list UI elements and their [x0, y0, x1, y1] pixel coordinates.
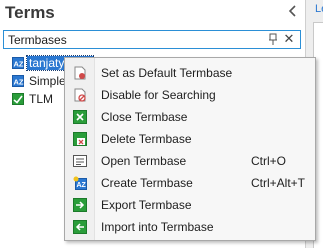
close-icon[interactable]: ✕ [283, 31, 295, 47]
chevron-left-icon[interactable] [286, 5, 300, 21]
default-termbase-icon [73, 66, 87, 80]
adjacent-panel-title[interactable]: Le [315, 3, 323, 15]
termbase-icon: AZ [12, 75, 24, 87]
import-termbase-icon [73, 220, 87, 234]
svg-text:AZ: AZ [77, 182, 87, 189]
termbase-label: Simple [29, 74, 66, 88]
menu-item-import-termbase[interactable]: Import into Termbase [65, 216, 315, 238]
menu-item-label: Set as Default Termbase [101, 66, 233, 80]
svg-text:AZ: AZ [14, 78, 24, 87]
menu-item-label: Delete Termbase [101, 132, 192, 146]
menu-item-create-termbase[interactable]: AZ Create Termbase Ctrl+Alt+T [65, 172, 315, 194]
termbase-label: TLM [29, 92, 53, 106]
menu-item-label: Import into Termbase [101, 220, 214, 234]
svg-text:AZ: AZ [14, 60, 24, 69]
menu-item-label: Create Termbase [101, 176, 193, 190]
pin-icon[interactable] [266, 32, 280, 47]
menu-item-label: Close Termbase [101, 110, 188, 124]
menu-item-set-default[interactable]: Set as Default Termbase [65, 62, 315, 84]
menu-item-close-termbase[interactable]: Close Termbase [65, 106, 315, 128]
close-termbase-icon [73, 110, 87, 124]
open-termbase-icon [73, 154, 87, 168]
panel-title: Terms [5, 3, 55, 22]
menu-item-disable-searching[interactable]: Disable for Searching [65, 84, 315, 106]
delete-termbase-icon [73, 132, 87, 146]
menu-item-delete-termbase[interactable]: Delete Termbase [65, 128, 315, 150]
menu-item-export-termbase[interactable]: Export Termbase [65, 194, 315, 216]
termbase-context-menu: Set as Default Termbase Disable for Sear… [64, 57, 316, 241]
menu-item-label: Disable for Searching [101, 88, 216, 102]
disable-search-icon [73, 88, 87, 102]
termbase-green-icon [12, 93, 24, 105]
menu-item-open-termbase[interactable]: Open Termbase Ctrl+O [65, 150, 315, 172]
create-termbase-icon: AZ [73, 176, 87, 190]
export-termbase-icon [73, 198, 87, 212]
termbase-selector-value: Termbases [8, 33, 67, 47]
menu-item-label: Open Termbase [101, 154, 187, 168]
termbase-selector[interactable]: Termbases ✕ [3, 30, 301, 49]
menu-item-shortcut: Ctrl+Alt+T [251, 176, 306, 190]
menu-item-shortcut: Ctrl+O [251, 154, 287, 168]
termbase-icon: AZ [12, 57, 24, 69]
menu-item-label: Export Termbase [101, 198, 192, 212]
